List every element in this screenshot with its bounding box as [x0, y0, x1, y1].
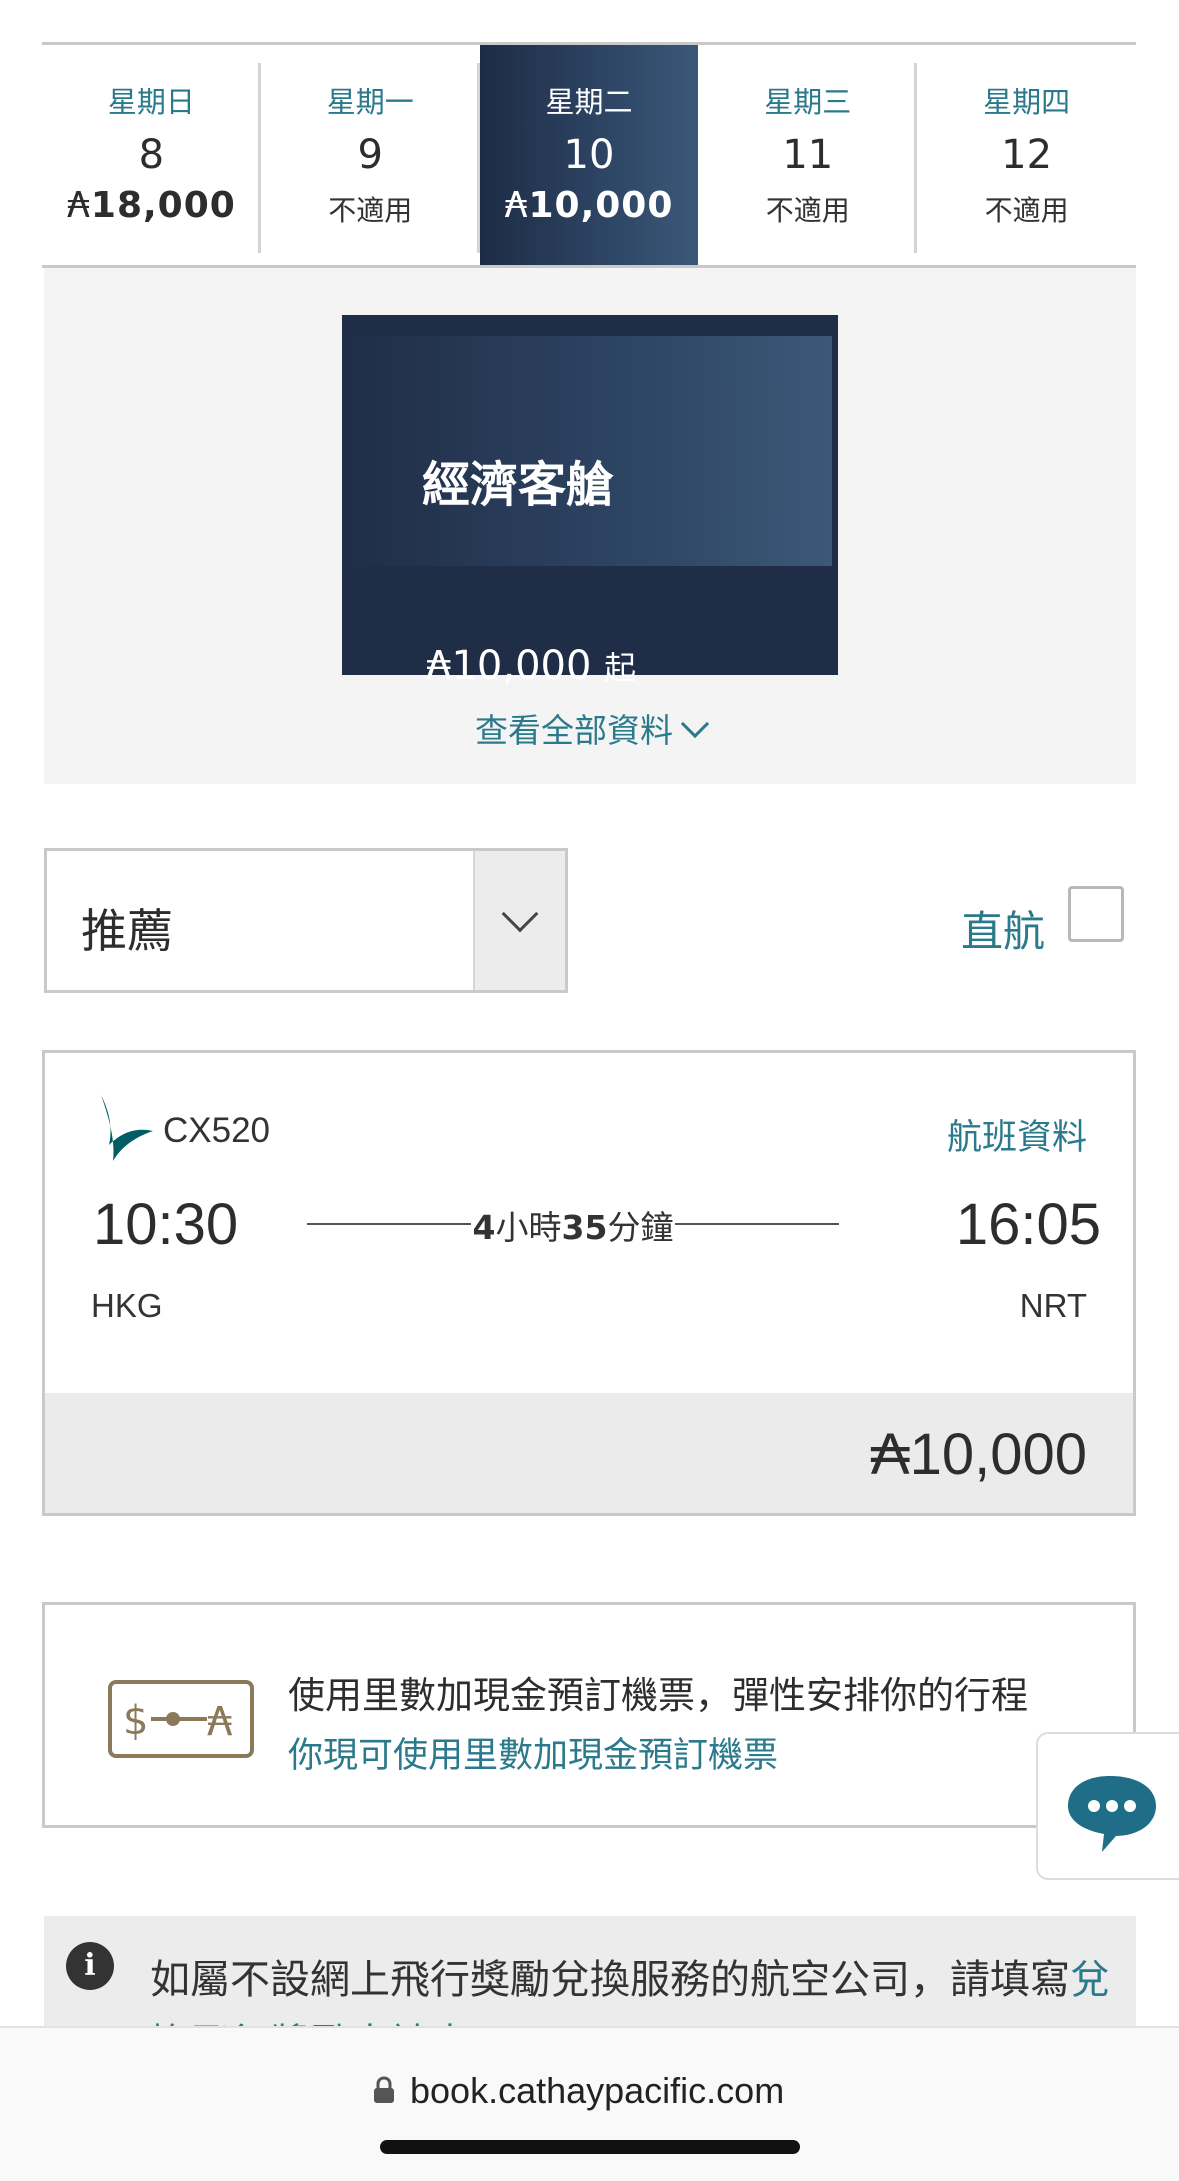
browser-address-bar: book.cathaypacific.com: [0, 2026, 1179, 2181]
flight-price-bar[interactable]: ₳10,000: [45, 1393, 1133, 1513]
date-selector: 星期日 8 ₳18,000 星期一 9 不適用 星期二 10 ₳10,000 星…: [42, 42, 1136, 268]
url-text[interactable]: book.cathaypacific.com: [410, 2070, 784, 2112]
sort-dropdown-button[interactable]: [473, 851, 565, 990]
cabin-price-suffix: 起: [604, 649, 637, 687]
promo-link[interactable]: 你現可使用里數加現金預訂機票: [288, 1727, 778, 1778]
asia-miles-icon: ₳: [66, 185, 91, 226]
duration-minutes-unit: 分鐘: [607, 1201, 674, 1249]
chevron-down-icon: [501, 895, 539, 933]
day-name: 星期四: [983, 85, 1071, 119]
flight-card[interactable]: CX520 航班資料 10:30 4小時 35分鐘 16:05 HKG NRT …: [42, 1050, 1136, 1516]
miles-plus-cash-icon: $ ₳: [108, 1680, 254, 1758]
day-date: 11: [782, 132, 834, 178]
duration-hours: 4: [472, 1208, 496, 1247]
svg-text:$: $: [123, 1698, 148, 1744]
day-name: 星期二: [545, 85, 633, 119]
day-not-applicable: 不適用: [765, 194, 850, 227]
day-price: ₳10,000: [480, 185, 699, 226]
cabin-name: 經濟客艙: [422, 457, 615, 513]
view-all-label: 查看全部資料: [475, 711, 673, 750]
departure-airport: HKG: [91, 1287, 163, 1324]
day-name: 星期日: [107, 85, 195, 119]
date-tab-thursday[interactable]: 星期四 12 不適用: [917, 45, 1136, 265]
day-date: 10: [563, 132, 615, 178]
day-date: 8: [138, 132, 165, 178]
sort-selected-value: 推薦: [81, 904, 173, 958]
day-date: 9: [357, 132, 383, 178]
date-tab-wednesday[interactable]: 星期三 11 不適用: [698, 45, 917, 265]
info-icon: i: [66, 1942, 114, 1990]
flight-duration: 4小時 35分鐘: [307, 1201, 839, 1249]
flight-price-value: 10,000: [909, 1422, 1087, 1487]
asia-miles-icon: ₳: [870, 1422, 910, 1487]
chat-bubble-icon: [1068, 1776, 1156, 1852]
departure-time: 10:30: [93, 1192, 239, 1257]
flight-number: CX520: [163, 1111, 271, 1150]
day-price-value: 18,000: [90, 185, 236, 226]
promo-title: 使用里數加現金預訂機票，彈性安排你的行程: [288, 1674, 1028, 1717]
notice-body: 如屬不設網上飛行獎勵兌換服務的航空公司，請填寫: [150, 1957, 1070, 2003]
info-notice: i 如屬不設網上飛行獎勵兌換服務的航空公司，請填寫兌換飛行獎勵申請表: [44, 1916, 1136, 2026]
day-name: 星期一: [326, 85, 414, 119]
miles-plus-cash-promo: $ ₳ 使用里數加現金預訂機票，彈性安排你的行程 你現可使用里數加現金預訂機票: [42, 1602, 1136, 1828]
cabin-card-economy[interactable]: 經濟客艙 ₳10,000 起: [342, 315, 838, 689]
cabin-price: ₳10,000 起: [426, 643, 636, 689]
sort-select[interactable]: 推薦: [44, 848, 568, 993]
chevron-down-icon: [680, 709, 710, 739]
home-indicator[interactable]: [380, 2140, 800, 2154]
date-tab-monday[interactable]: 星期一 9 不適用: [261, 45, 480, 265]
date-tab-tuesday[interactable]: 星期二 10 ₳10,000: [479, 45, 699, 265]
direct-flight-label[interactable]: 直航: [961, 898, 1045, 959]
duration-hours-unit: 小時: [495, 1201, 562, 1249]
day-not-applicable: 不適用: [984, 194, 1069, 227]
svg-text:₳: ₳: [207, 1699, 233, 1745]
asia-miles-icon: ₳: [426, 643, 452, 689]
day-not-applicable: 不適用: [328, 194, 413, 227]
day-price: ₳18,000: [42, 185, 261, 226]
cabin-section: 經濟客艙 ₳10,000 起 查看全部資料: [44, 268, 1136, 784]
day-date: 12: [1001, 132, 1053, 178]
flight-price: ₳10,000: [871, 1421, 1087, 1488]
date-tab-sunday[interactable]: 星期日 8 ₳18,000: [42, 45, 261, 265]
flight-details-link[interactable]: 航班資料: [947, 1109, 1087, 1160]
cathay-pacific-logo-icon: [101, 1095, 153, 1161]
arrival-airport: NRT: [1019, 1287, 1087, 1324]
lock-icon: [374, 2076, 394, 2103]
duration-text: 4小時 35分鐘: [470, 1201, 676, 1249]
cabin-price-value: 10,000: [451, 643, 592, 689]
chat-button[interactable]: [1036, 1732, 1179, 1880]
direct-flight-checkbox[interactable]: [1068, 886, 1124, 942]
asia-miles-icon: ₳: [504, 185, 529, 226]
arrival-time: 16:05: [955, 1192, 1101, 1257]
view-all-details-link[interactable]: 查看全部資料: [44, 704, 1136, 752]
notice-text: 如屬不設網上飛行獎勵兌換服務的航空公司，請填寫兌換飛行獎勵申請表: [150, 1948, 1120, 2026]
day-price-value: 10,000: [528, 185, 674, 226]
day-name: 星期三: [764, 85, 852, 119]
duration-minutes: 35: [561, 1208, 608, 1247]
